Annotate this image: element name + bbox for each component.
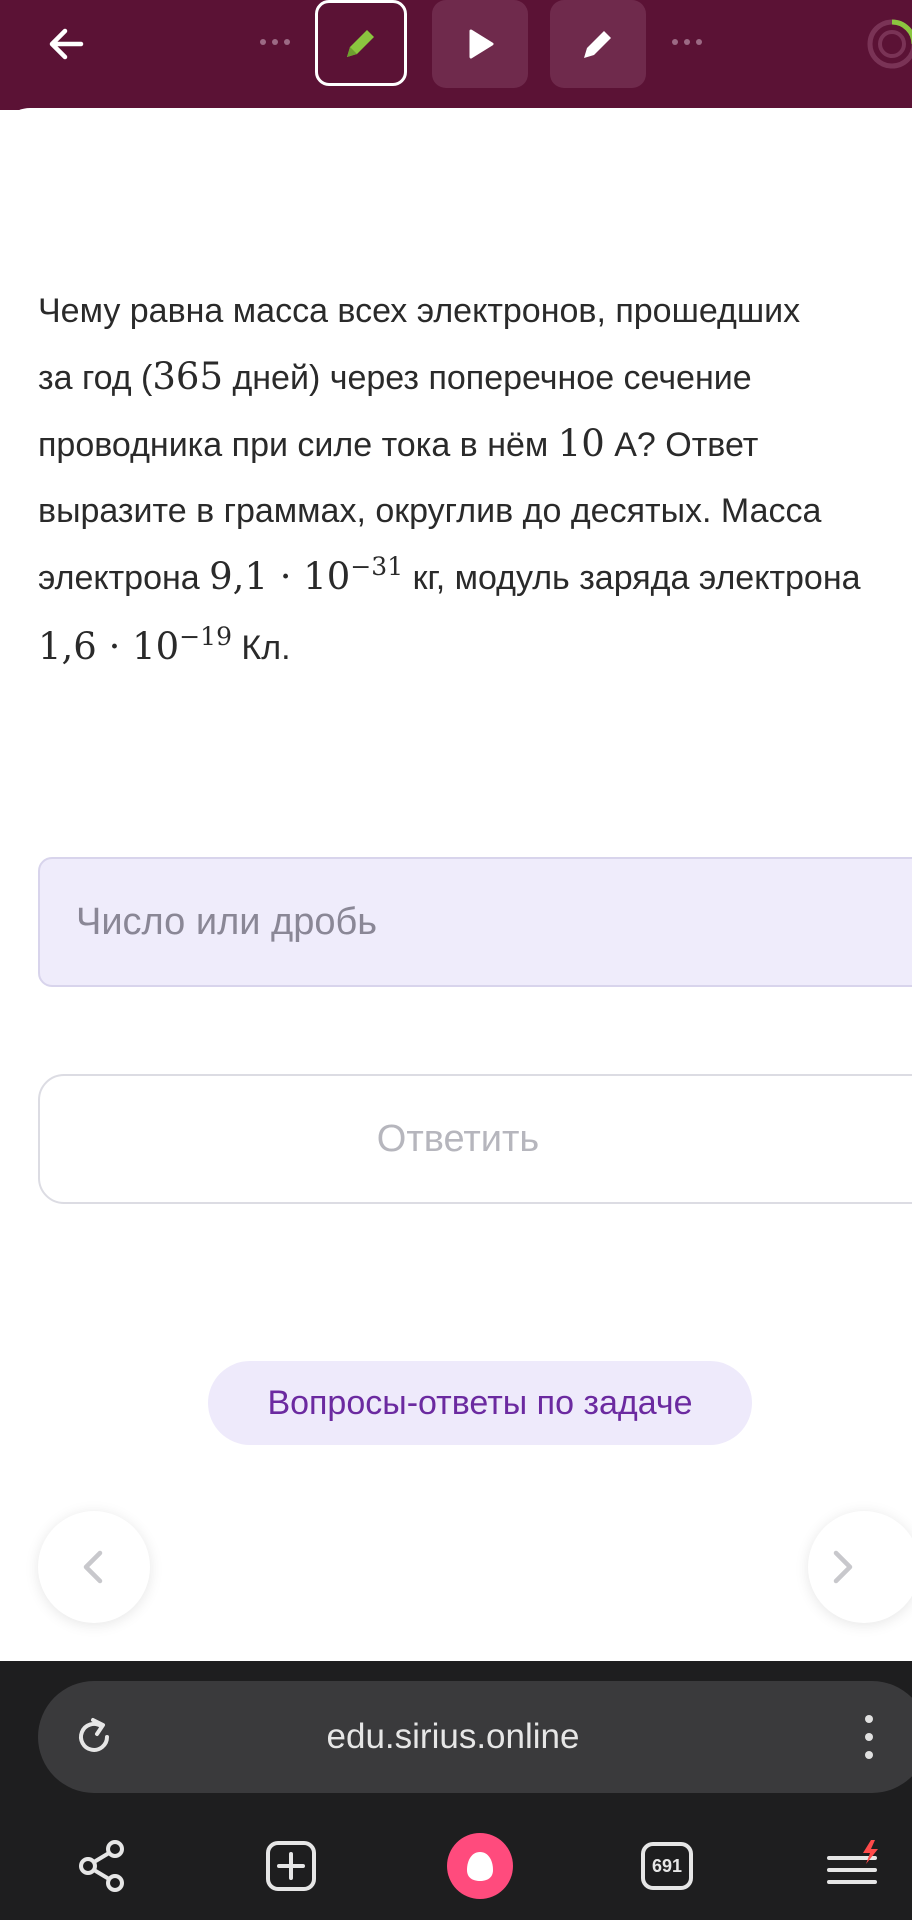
problem-line: 1,6 · 10−19 Кл. (38, 622, 291, 668)
back-button[interactable] (36, 14, 96, 74)
answer-input[interactable] (38, 857, 912, 987)
new-tab-button[interactable] (251, 1826, 331, 1906)
problem-line: проводника при силе тока в нём 10 А? Отв… (38, 422, 759, 465)
tabs-count-badge: 691 (641, 1842, 693, 1890)
problem-line: электрона 9,1 · 10−31 кг, модуль заряда … (38, 552, 861, 598)
more-right-icon[interactable] (662, 22, 712, 62)
plus-square-icon (266, 1841, 316, 1891)
reload-button[interactable] (68, 1711, 120, 1763)
address-bar[interactable]: edu.sirius.online (38, 1681, 912, 1793)
hamburger-icon (827, 1840, 878, 1884)
share-icon (79, 1840, 124, 1892)
more-left-icon[interactable] (250, 22, 300, 62)
tool-pencil-active-button[interactable] (315, 0, 407, 86)
submit-answer-button[interactable]: Ответить (38, 1074, 912, 1204)
prev-task-button[interactable] (38, 1511, 150, 1623)
problem-line: выразите в граммах, округлив до десятых.… (38, 492, 822, 530)
task-qa-label: Вопросы-ответы по задаче (267, 1383, 693, 1422)
chevron-right-icon (833, 1550, 853, 1584)
reload-icon (79, 1718, 109, 1752)
alice-assistant-button[interactable] (440, 1826, 520, 1906)
problem-line: Чему равна масса всех электронов, прошед… (38, 292, 801, 330)
submit-answer-label: Ответить (376, 1117, 540, 1160)
chevron-left-icon (83, 1550, 103, 1584)
play-icon (469, 29, 494, 59)
alice-icon (447, 1833, 513, 1899)
tool-pencil-button[interactable] (550, 0, 646, 88)
pencil-green-icon (347, 30, 374, 57)
problem-line: за год (365 дней) через поперечное сечен… (38, 355, 752, 398)
arrow-left-icon (49, 28, 84, 60)
browser-bar: edu.sirius.online 691 (0, 1661, 912, 1920)
browser-menu-button[interactable] (815, 1826, 895, 1906)
progress-ring-icon[interactable] (866, 18, 912, 70)
pencil-icon (584, 31, 611, 58)
problem-text: Чему равна масса всех электронов, прошед… (38, 278, 912, 684)
tool-play-button[interactable] (432, 0, 528, 88)
task-content: Чему равна масса всех электронов, прошед… (0, 108, 912, 1664)
url-text[interactable]: edu.sirius.online (38, 1681, 868, 1793)
next-task-button[interactable] (808, 1511, 912, 1623)
top-toolbar (0, 0, 912, 110)
tabs-button[interactable]: 691 (627, 1826, 707, 1906)
browser-menu-kebab-icon[interactable] (854, 1709, 884, 1765)
task-qa-button[interactable]: Вопросы-ответы по задаче (208, 1361, 752, 1445)
browser-bottom-nav: 691 (0, 1816, 912, 1916)
share-button[interactable] (63, 1826, 143, 1906)
